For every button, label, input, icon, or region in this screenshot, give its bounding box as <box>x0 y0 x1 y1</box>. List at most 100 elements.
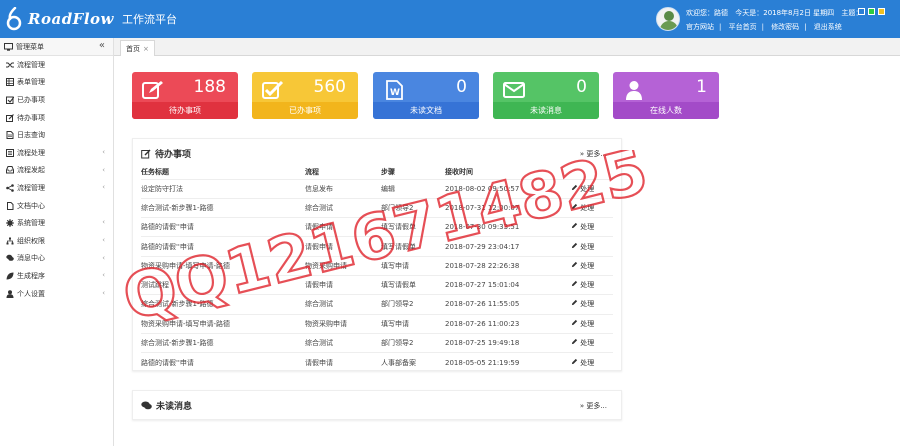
table-row[interactable]: 路德的请假''申请 请假申请 人事部备案 2018-05-05 21:19:59 处理 <box>141 352 613 372</box>
table-row[interactable]: 路德的请假''申请 请假申请 填写请假单 2018-07-30 09:33:51 处理 <box>141 217 613 237</box>
inbox-icon <box>6 166 14 174</box>
avatar[interactable] <box>656 7 680 31</box>
sidebar-item-label: 已办事项 <box>17 95 45 104</box>
task-title-cell[interactable]: 物资采购申请-填写申请-路德 <box>141 255 305 276</box>
process-button[interactable]: 处理 <box>571 332 613 353</box>
logo-text: RoadFlow <box>28 10 114 28</box>
sidebar-item[interactable]: 日志查询 <box>0 126 113 144</box>
top-header: RoadFlow 工作流平台 欢迎您：路德 今天是：2018年8月2日 星期四 … <box>0 0 900 38</box>
task-title-cell[interactable]: 设定防守打法 <box>141 178 305 199</box>
flow-cell: 综合测试 <box>305 294 381 315</box>
task-title-cell[interactable]: 综合测试-新步骤1-路德 <box>141 197 305 218</box>
table-row[interactable]: 综合测试-新步骤1-路德 综合测试 部门领导2 2018-07-26 11:55:05… <box>141 294 613 315</box>
header-links: 官方网站 | 平台首页 | 修改密码 | 退出系统 <box>686 23 842 31</box>
process-button[interactable]: 处理 <box>571 255 613 276</box>
process-button[interactable]: 处理 <box>571 274 613 295</box>
process-label: 处理 <box>580 242 595 251</box>
process-label: 处理 <box>580 261 595 270</box>
chevron-left-icon: ‹ <box>102 271 105 280</box>
stat-card[interactable]: 0 未读消息 <box>493 72 599 119</box>
envelope-icon <box>503 80 525 100</box>
stat-label: 已办事项 <box>252 102 358 119</box>
sidebar-item[interactable]: 组织权限 ‹ <box>0 232 113 250</box>
process-button[interactable]: 处理 <box>571 313 613 334</box>
greeting-text: 欢迎您：路德 <box>686 9 728 17</box>
table-row[interactable]: 测试跳程 请假申请 填写请假单 2018-07-27 15:01:04 处理 <box>141 274 613 295</box>
process-label: 处理 <box>580 203 595 212</box>
process-button[interactable]: 处理 <box>571 352 613 372</box>
sidebar-item[interactable]: 个人设置 ‹ <box>0 285 113 303</box>
task-title-cell[interactable]: 路德的请假''申请 <box>141 352 305 372</box>
collapse-icon[interactable]: « <box>99 40 105 51</box>
table-row[interactable]: 物资采购申请-填写申请-路德 物资采购申请 填写申请 2018-07-26 11:00… <box>141 313 613 334</box>
platform-home-link[interactable]: 平台首页 <box>729 23 757 31</box>
received-time-cell: 2018-07-26 11:00:23 <box>445 313 571 334</box>
share-icon <box>6 184 14 192</box>
official-site-link[interactable]: 官方网站 <box>686 23 714 31</box>
todo-more-link[interactable]: » 更多... <box>580 149 607 159</box>
change-password-link[interactable]: 修改密码 <box>771 23 799 31</box>
table-row[interactable]: 综合测试-新步骤1-路德 综合测试 部门领导2 2018-07-25 19:49:18… <box>141 332 613 353</box>
tab-home[interactable]: 首页 × <box>120 40 155 56</box>
sidebar-item[interactable]: 待办事项 <box>0 109 113 127</box>
process-button[interactable]: 处理 <box>571 217 613 237</box>
chevron-left-icon: ‹ <box>102 183 105 192</box>
flow-cell: 综合测试 <box>305 332 381 353</box>
received-time-cell: 2018-07-25 19:49:18 <box>445 332 571 353</box>
table-row[interactable]: 设定防守打法 信息发布 编辑 2018-08-02 09:50:57 处理 <box>141 178 613 199</box>
platform-subtitle: 工作流平台 <box>121 13 177 26</box>
logout-link[interactable]: 退出系统 <box>814 23 842 31</box>
sidebar-item[interactable]: 流程管理 ‹ <box>0 179 113 197</box>
task-title-cell[interactable]: 路德的请假''申请 <box>141 236 305 257</box>
task-title-cell[interactable]: 综合测试-新步骤1-路德 <box>141 332 305 353</box>
pencil-icon <box>571 223 578 231</box>
table-row[interactable]: 综合测试-新步骤1-路德 综合测试 部门领导2 2018-07-31 12:00:07… <box>141 197 613 218</box>
sidebar-item[interactable]: 流程处理 ‹ <box>0 144 113 162</box>
shuffle-icon <box>6 61 14 69</box>
table-row[interactable]: 路德的请假''申请 请假申请 填写请假单 2018-07-29 23:04:17 处理 <box>141 236 613 257</box>
stat-card[interactable]: 188 待办事项 <box>132 72 238 119</box>
sidebar-item[interactable]: 生成程序 ‹ <box>0 267 113 285</box>
edit-icon <box>141 149 151 158</box>
theme-green-swatch[interactable] <box>868 8 875 15</box>
task-title-cell[interactable]: 路德的请假''申请 <box>141 217 305 237</box>
sidebar-item-label: 流程管理 <box>17 60 45 69</box>
theme-yellow-swatch[interactable] <box>878 8 885 15</box>
process-button[interactable]: 处理 <box>571 294 613 315</box>
table-row[interactable]: 物资采购申请-填写申请-路德 物资采购申请 填写申请 2018-07-28 22:26… <box>141 255 613 276</box>
sidebar-item[interactable]: 文档中心 <box>0 197 113 215</box>
chevron-left-icon: ‹ <box>102 288 105 297</box>
sidebar-item[interactable]: 流程发起 ‹ <box>0 162 113 180</box>
sidebar-item[interactable]: 已办事项 <box>0 91 113 109</box>
received-time-cell: 2018-07-30 09:33:51 <box>445 217 571 237</box>
logo[interactable]: RoadFlow 工作流平台 <box>6 7 177 31</box>
unread-more-link[interactable]: » 更多... <box>580 401 607 411</box>
sidebar-item[interactable]: 流程管理 <box>0 56 113 74</box>
task-title-cell[interactable]: 物资采购申请-填写申请-路德 <box>141 313 305 334</box>
process-button[interactable]: 处理 <box>571 197 613 218</box>
table-header-row: 任务标题 流程 步骤 接收时间 <box>141 165 613 179</box>
received-time-cell: 2018-07-29 23:04:17 <box>445 236 571 257</box>
doc-icon <box>6 201 14 210</box>
process-button[interactable]: 处理 <box>571 178 613 199</box>
step-cell: 人事部备案 <box>381 352 445 372</box>
theme-white-swatch[interactable] <box>858 8 865 15</box>
pencil-icon <box>571 358 578 367</box>
pencil-icon <box>571 300 578 308</box>
stat-value: 0 <box>576 77 587 97</box>
process-button[interactable]: 处理 <box>571 236 613 257</box>
stat-card[interactable]: 1 在线人数 <box>613 72 719 119</box>
task-title-cell[interactable]: 综合测试-新步骤1-路德 <box>141 294 305 315</box>
sidebar-item[interactable]: 消息中心 ‹ <box>0 250 113 268</box>
stat-card[interactable]: 560 已办事项 <box>252 72 358 119</box>
step-cell: 填写请假单 <box>381 217 445 237</box>
sidebar-item[interactable]: 系统管理 ‹ <box>0 214 113 232</box>
stat-card[interactable]: W 0 未读文档 <box>373 72 479 119</box>
close-icon[interactable]: × <box>143 45 149 53</box>
task-title-cell[interactable]: 测试跳程 <box>141 274 305 295</box>
date-text: 今天是：2018年8月2日 星期四 <box>735 9 835 17</box>
sidebar-item[interactable]: 表单管理 <box>0 74 113 92</box>
unread-panel: 未读消息 » 更多... <box>132 390 622 420</box>
chevron-left-icon: ‹ <box>102 235 105 244</box>
step-cell: 填写请假单 <box>381 274 445 295</box>
